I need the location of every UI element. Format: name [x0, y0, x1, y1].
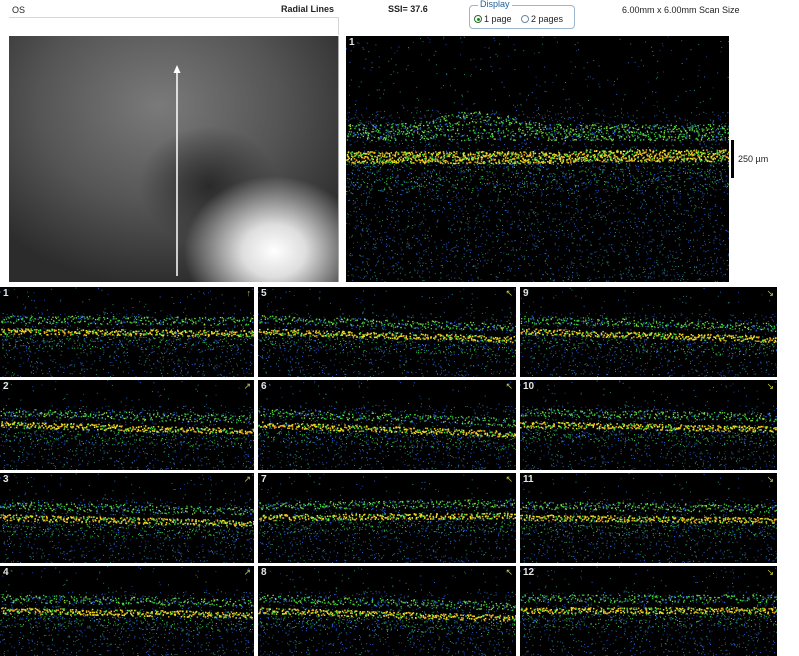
radio-2-pages[interactable]: 2 pages [521, 14, 563, 24]
fundus-image [9, 36, 339, 282]
thumbnail-label: 11 [523, 474, 534, 485]
thumbnail-scan-9[interactable]: 9 ↘ [520, 287, 777, 377]
oct-speckle [520, 473, 777, 563]
oct-speckle [258, 288, 516, 377]
oct-speckle [0, 287, 254, 377]
thumbnail-scan-5[interactable]: 5 ↖ [258, 287, 516, 377]
thumbnail-scan-7[interactable]: 7 ↖ [258, 473, 516, 563]
oct-speckle [258, 473, 516, 563]
scan-direction-icon: ↖ [505, 288, 513, 299]
scale-bar [731, 140, 734, 178]
thumbnail-scan-10[interactable]: 10 ↘ [520, 380, 777, 470]
radio-1-page-label: 1 page [484, 14, 512, 24]
thumbnail-scan-4[interactable]: 4 ↗ [0, 566, 254, 656]
scan-direction-icon: ↘ [766, 381, 774, 392]
scale-bar-label: 250 µm [738, 154, 768, 164]
scan-direction-icon: ↖ [505, 474, 513, 485]
scan-line-arrow [173, 65, 181, 276]
oct-speckle [0, 380, 254, 470]
oct-speckle [0, 473, 254, 563]
thumbnail-label: 10 [523, 381, 534, 392]
thumbnail-label: 12 [523, 567, 534, 578]
radio-1-page[interactable]: 1 page [474, 14, 512, 24]
scan-type-label: Radial Lines [281, 4, 334, 14]
scan-direction-icon: ↖ [505, 567, 513, 578]
oct-speckle [520, 380, 777, 470]
main-oct-scan: 1 [346, 36, 729, 282]
eye-label: OS [12, 5, 25, 15]
thumbnail-scan-12[interactable]: 12 ↘ [520, 566, 777, 656]
scan-direction-icon: ↗ [243, 567, 251, 578]
thumbnail-scan-8[interactable]: 8 ↖ [258, 566, 516, 656]
scan-size-label: 6.00mm x 6.00mm Scan Size [622, 5, 740, 15]
oct-speckle [520, 566, 777, 656]
radio-2-pages-label: 2 pages [531, 14, 563, 24]
thumbnail-label: 6 [261, 381, 267, 392]
thumbnail-label: 5 [261, 288, 267, 299]
oct-speckle [0, 566, 254, 656]
thumbnail-scan-3[interactable]: 3 ↗ [0, 473, 254, 563]
ssi-label: SSI= 37.6 [388, 4, 428, 14]
scan-direction-icon: ↗ [243, 381, 251, 392]
thumbnail-scan-2[interactable]: 2 ↗ [0, 380, 254, 470]
scan-direction-icon: ↖ [505, 381, 513, 392]
oct-speckle [520, 287, 777, 377]
scan-direction-icon: ↘ [766, 474, 774, 485]
radio-unselected-icon[interactable] [521, 15, 529, 23]
thumbnail-label: 8 [261, 567, 267, 578]
thumbnail-label: 4 [3, 567, 9, 578]
scan-direction-icon: ↗ [243, 474, 251, 485]
scan-direction-icon: ↘ [766, 567, 774, 578]
thumbnail-label: 3 [3, 474, 9, 485]
thumbnail-scan-1[interactable]: 1 ↑ [0, 287, 254, 377]
display-legend: Display [478, 0, 512, 9]
thumbnail-scan-11[interactable]: 11 ↘ [520, 473, 777, 563]
oct-speckle [258, 380, 516, 470]
scan-direction-icon: ↘ [766, 288, 774, 299]
display-group: Display 1 page 2 pages [469, 0, 575, 29]
oct-speckle [258, 567, 516, 656]
scan-direction-icon: ↑ [247, 288, 252, 298]
thumbnail-scan-6[interactable]: 6 ↖ [258, 380, 516, 470]
header-divider [9, 17, 339, 35]
thumbnail-label: 1 [3, 288, 9, 299]
radio-selected-icon[interactable] [474, 15, 482, 23]
main-scan-label: 1 [349, 37, 355, 48]
thumbnail-label: 9 [523, 288, 529, 299]
oct-speckle [346, 36, 729, 282]
thumbnail-label: 2 [3, 381, 9, 392]
thumbnail-label: 7 [261, 474, 267, 485]
